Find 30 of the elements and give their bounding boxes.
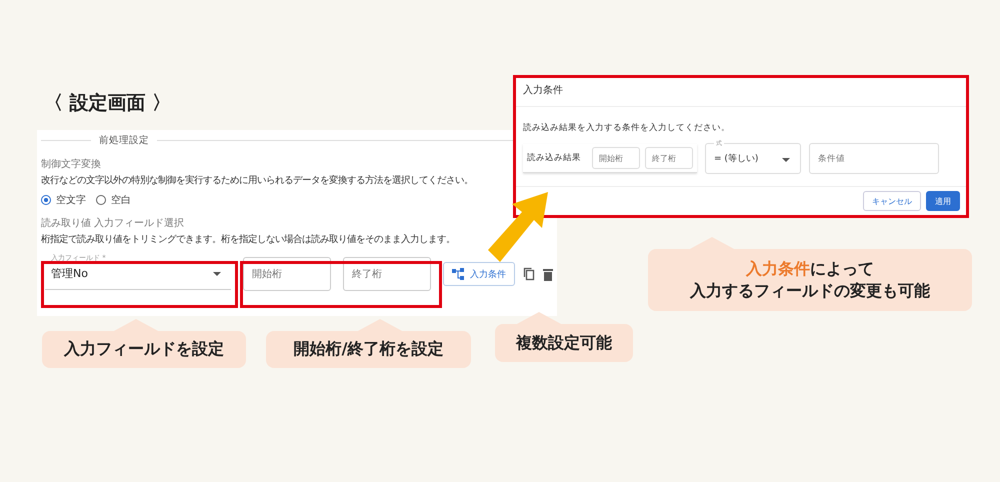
caret-icon [782,158,790,162]
condition-value-field[interactable]: 条件値 [809,143,939,174]
callout: 入力条件によって 入力するフィールドの変更も可能 [648,249,972,311]
section-heading: 制御文字変換 [41,158,101,171]
input-condition-button[interactable]: 入力条件 [443,262,515,286]
callout: 開始桁/終了桁を設定 [266,331,471,368]
callout: 入力フィールドを設定 [42,331,246,368]
cancel-button[interactable]: キャンセル [863,191,921,211]
section-description: 桁指定で読み取り値をトリミングできます。桁を指定しない場合は読み取り値をそのまま入力します。 [41,233,455,246]
section-description: 改行などの文字以外の特別な制御を実行するために用いられるデータを変換する方法を選択してください。 [41,174,473,187]
radio-option[interactable]: 空白 [96,193,131,207]
hierarchy-icon [452,268,464,280]
start-digit-field[interactable]: 開始桁 [243,257,331,291]
radio-option[interactable]: 空文字 [41,193,86,207]
start-digit-field[interactable]: 開始桁 [592,147,640,169]
dialog-title: 入力条件 [516,78,966,107]
dialog-instruction: 読み込み結果を入力する条件を入力してください。 [523,122,731,134]
group-label: 読み込み結果 [527,152,581,164]
apply-button[interactable]: 適用 [926,191,960,211]
section-heading: 読み取り値 入力フィールド選択 [41,216,184,230]
copy-icon[interactable] [523,267,535,281]
section-title: 前処理設定 [99,134,149,146]
trash-icon[interactable] [543,268,553,280]
caret-icon [213,272,221,276]
end-digit-field[interactable]: 終了桁 [645,147,693,169]
radio-button[interactable] [96,195,106,205]
end-digit-field[interactable]: 終了桁 [343,257,431,291]
radio-button[interactable] [41,195,51,205]
slide-title: 〈 設定画面 〉 [44,91,172,116]
callout: 複数設定可能 [495,324,633,362]
